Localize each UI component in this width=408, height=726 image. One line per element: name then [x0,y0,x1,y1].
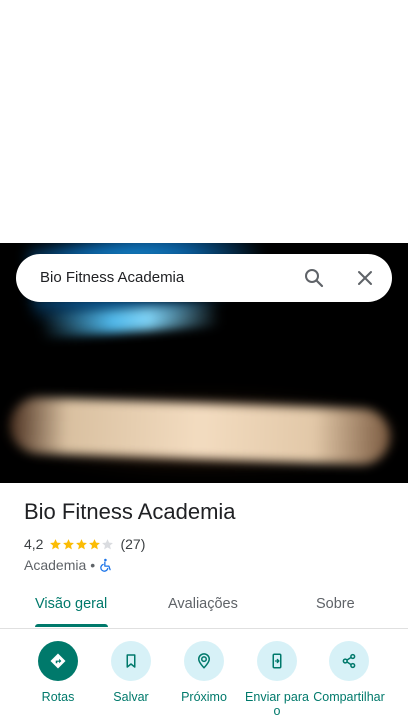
search-icon[interactable] [302,266,326,290]
share-icon [329,641,369,681]
nearby-icon [184,641,224,681]
review-count: (27) [120,536,146,552]
place-category: Academia [24,557,87,573]
directions-button[interactable]: Rotas [18,641,98,704]
share-button[interactable]: Compartilhar [309,641,389,704]
tab-about[interactable]: Sobre [316,584,355,628]
active-tab-indicator [35,624,108,627]
star-empty-icon [102,538,114,549]
send-to-phone-icon [257,641,297,681]
bookmark-icon [111,641,151,681]
close-icon[interactable] [353,266,377,290]
tab-reviews[interactable]: Avaliações [168,584,238,628]
tab-overview[interactable]: Visão geral [35,584,107,628]
search-query[interactable]: Bio Fitness Academia [40,254,184,302]
category-row: Academia • [24,556,113,574]
directions-label: Rotas [41,690,75,704]
action-bar: Rotas Salvar Próximo Enviar para o Compa… [0,641,408,726]
place-title: Bio Fitness Academia [24,499,236,524]
star-filled-icon [76,538,88,549]
tab-bar: Visão geral Avaliações Sobre [0,584,408,629]
directions-icon [38,641,78,681]
nearby-label: Próximo [181,690,227,704]
rating-value: 4,2 [24,536,44,552]
save-label: Salvar [113,690,149,704]
rating-row[interactable]: 4,2 (27) [24,535,145,553]
star-filled-icon [89,538,101,549]
search-bar[interactable]: Bio Fitness Academia [16,254,392,302]
nearby-button[interactable]: Próximo [164,641,244,704]
star-filled-icon [50,538,62,549]
share-label: Compartilhar [313,690,385,704]
save-button[interactable]: Salvar [91,641,171,704]
star-filled-icon [63,538,75,549]
star-rating [49,538,114,551]
send-to-phone-label: Enviar para o [245,690,309,718]
map-area [0,0,408,243]
separator: • [90,557,96,573]
send-to-phone-button[interactable]: Enviar para o [237,641,317,718]
wheelchair-accessible-icon [99,558,113,572]
